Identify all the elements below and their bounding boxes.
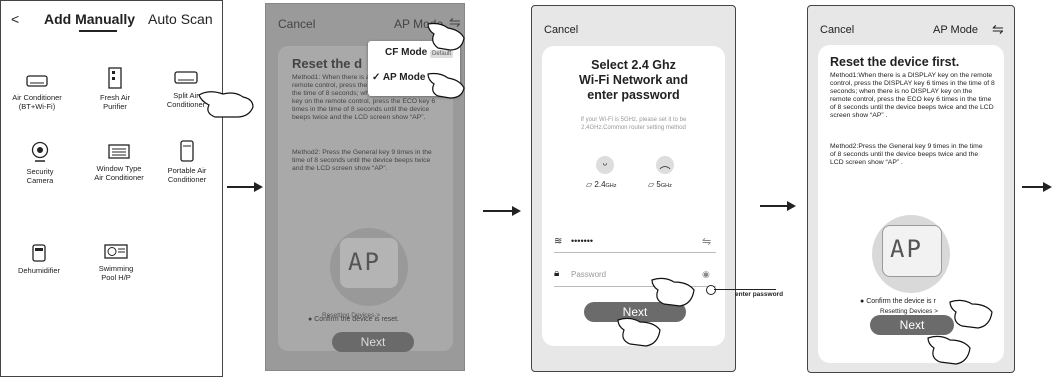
purifier-icon <box>108 67 122 89</box>
flow-arrow <box>227 186 257 188</box>
tab-add-manually[interactable]: Add Manually <box>44 11 135 27</box>
pointing-hand-icon <box>617 317 661 347</box>
wifi-title: Select 2.4 Ghz Wi-Fi Network and enter p… <box>579 58 688 102</box>
switch-mode-icon[interactable]: ⇋ <box>992 21 1004 38</box>
wifi-ssid-value: ••••••• <box>571 236 594 246</box>
device-fresh-air-purifier[interactable]: Fresh Air Purifier <box>80 67 150 111</box>
callout-line <box>714 289 776 290</box>
reset-heading: Reset the d <box>292 56 363 71</box>
device-label: Portable Air Conditioner <box>167 166 207 184</box>
switch-network-icon[interactable]: ⇋ <box>702 235 711 248</box>
pointing-hand-icon <box>427 22 465 51</box>
flow-arrow <box>760 205 790 207</box>
ap-mode-menu-screen: Cancel AP Mode ⇋ Reset the d Method1: Wh… <box>265 3 465 371</box>
lock-icon: 🔒︎ <box>554 268 560 279</box>
device-dehumidifier[interactable]: Dehumidifier <box>4 244 74 275</box>
portable-ac-icon <box>180 140 194 162</box>
lcd-text: AP <box>890 235 923 263</box>
router-icon: ▱ <box>586 180 593 189</box>
confirm-reset-checkbox[interactable]: ● Confirm the device is reset. <box>308 316 399 323</box>
pointing-hand-icon <box>198 91 254 118</box>
pointing-hand-icon <box>427 72 465 99</box>
lcd-text: AP <box>348 248 381 276</box>
device-picker-screen: < Add Manually Auto Scan Air Conditioner… <box>0 0 254 377</box>
check-circle-icon: ● <box>308 316 313 323</box>
band-5-label: ▱ 5GHz <box>648 180 672 189</box>
window-ac-icon <box>108 144 130 159</box>
check-icon: ✓ <box>372 72 381 83</box>
happy-face-icon: ᵕ <box>596 156 614 174</box>
band-24-label: ▱ 2.4GHz <box>586 180 617 189</box>
check-circle-icon: ● <box>860 298 865 305</box>
device-swimming-pool-hp[interactable]: Swimming Pool H/P <box>81 244 151 282</box>
reset-device-screen: Cancel AP Mode ⇋ Reset the device first.… <box>807 5 1015 373</box>
confirm-reset-checkbox[interactable]: ● Confirm the device is r <box>860 298 936 305</box>
confirm-label: Confirm the device is reset. <box>314 316 399 323</box>
tab-auto-scan[interactable]: Auto Scan <box>148 11 213 27</box>
device-security-camera[interactable]: Security Camera <box>5 141 75 185</box>
enter-password-callout: enter password <box>735 291 784 298</box>
cancel-button[interactable]: Cancel <box>544 24 578 36</box>
flow-arrow <box>483 210 515 212</box>
reset-heading: Reset the device first. <box>830 55 960 69</box>
dehumidifier-icon <box>32 244 46 262</box>
next-button[interactable]: Next <box>332 332 414 352</box>
confirm-label: Confirm the device is r <box>866 298 936 305</box>
menu-item-ap-mode[interactable]: ✓ AP Mode <box>372 72 425 83</box>
device-label: Window Type Air Conditioner <box>94 164 144 182</box>
device-air-conditioner-bt[interactable]: Air Conditioner (BT+Wi-Fi) <box>2 75 72 111</box>
lcd-display: AP <box>872 215 950 293</box>
device-label: Air Conditioner (BT+Wi-Fi) <box>12 93 62 111</box>
eye-icon[interactable]: ◉ <box>702 269 710 280</box>
callout-dot <box>706 285 716 295</box>
cancel-button[interactable]: Cancel <box>820 24 854 36</box>
pointing-hand-icon <box>927 335 971 365</box>
device-label: Dehumidifier <box>17 266 61 275</box>
method2-text: Method2: Press the General key 9 times i… <box>292 149 432 172</box>
router-icon: ▱ <box>648 180 655 189</box>
device-label: Swimming Pool H/P <box>98 264 134 282</box>
flow-arrowhead <box>787 200 796 211</box>
ac-unit-icon <box>26 75 48 87</box>
lcd-display: AP <box>330 228 408 306</box>
wifi-hint: If your Wi-Fi is 5GHz, please set it to … <box>580 117 687 131</box>
camera-icon <box>31 141 49 162</box>
method1-text: Method1:When there is a DISPLAY key on t… <box>830 72 995 119</box>
wifi-icon: ≋ <box>554 236 563 247</box>
pool-heat-pump-icon <box>104 244 128 259</box>
device-label: Security Camera <box>26 167 54 185</box>
flow-arrowhead <box>512 205 521 216</box>
resetting-devices-link[interactable]: Resetting Devices > <box>880 308 938 315</box>
device-window-type-ac[interactable]: Window Type Air Conditioner <box>84 144 154 182</box>
device-portable-ac[interactable]: Portable Air Conditioner <box>152 140 222 184</box>
wifi-ssid-field[interactable]: ≋ ••••••• ⇋ <box>554 234 716 253</box>
method2-text: Method2:Press the General key 9 times in… <box>830 143 983 166</box>
flow-arrow <box>1022 186 1044 188</box>
back-button[interactable]: < <box>11 11 19 27</box>
wifi-setup-screen: Cancel Select 2.4 Ghz Wi-Fi Network and … <box>531 5 736 372</box>
pointing-hand-icon <box>651 277 695 307</box>
split-ac-icon <box>174 71 198 84</box>
tab-underline <box>79 30 117 32</box>
mode-title[interactable]: AP Mode <box>933 24 978 36</box>
flow-arrowhead <box>1043 181 1052 192</box>
password-placeholder: Password <box>571 270 607 279</box>
cancel-button[interactable]: Cancel <box>278 17 315 31</box>
device-label: Fresh Air Purifier <box>99 93 130 111</box>
flow-arrowhead <box>254 181 263 192</box>
pointing-hand-icon <box>949 299 993 329</box>
sad-face-icon: ︵ <box>656 156 674 174</box>
